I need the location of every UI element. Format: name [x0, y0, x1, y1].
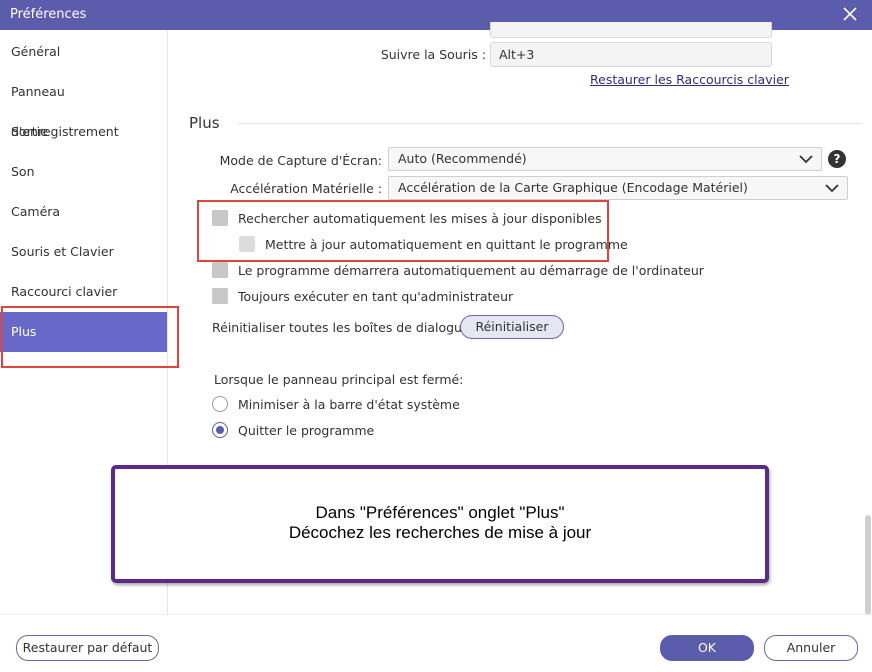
footer: Restaurer par défaut OK Annuler — [0, 614, 872, 672]
callout-line-2: Décochez les recherches de mise à jour — [288, 523, 592, 542]
highlight-box-update-options — [197, 200, 609, 262]
help-icon[interactable]: ? — [828, 150, 846, 168]
sidebar-item-sound[interactable]: Son — [0, 152, 167, 192]
window-title: Préférences — [10, 7, 87, 22]
cancel-button[interactable]: Annuler — [764, 635, 858, 661]
quit-program-radio[interactable] — [212, 422, 228, 438]
sidebar-item-output[interactable]: Sortie — [0, 112, 167, 152]
chevron-down-icon — [825, 184, 839, 193]
capture-mode-label: Mode de Capture d'Écran: — [219, 153, 382, 168]
minimize-to-tray-radio[interactable] — [212, 396, 228, 412]
highlight-box-sidebar — [1, 306, 179, 368]
sidebar-item-recording-panel[interactable]: Panneau d'enregistrement — [0, 72, 167, 139]
on-close-label: Lorsque le panneau principal est fermé: — [214, 372, 464, 387]
quit-program-label: Quitter le programme — [238, 423, 375, 438]
follow-mouse-label: Suivre la Souris : — [380, 47, 486, 62]
run-as-admin-label: Toujours exécuter en tant qu'administrat… — [238, 289, 514, 304]
reset-dialogs-label: Réinitialiser toutes les boîtes de dialo… — [212, 320, 474, 335]
run-as-admin-checkbox[interactable] — [212, 288, 228, 304]
capture-mode-dropdown[interactable]: Auto (Recommendé) — [388, 147, 822, 171]
capture-mode-value: Auto (Recommendé) — [398, 151, 527, 166]
callout-line-1: Dans "Préférences" onglet "Plus" — [315, 503, 565, 522]
autostart-label: Le programme démarrera automatiquement a… — [238, 263, 704, 278]
chevron-down-icon — [799, 155, 813, 164]
autostart-checkbox[interactable] — [212, 262, 228, 278]
reset-dialogs-button[interactable]: Réinitialiser — [460, 315, 564, 339]
instruction-callout: Dans "Préférences" onglet "Plus" Décoche… — [111, 465, 769, 583]
sidebar-item-camera[interactable]: Caméra — [0, 192, 167, 232]
sidebar-item-mouse-keyboard[interactable]: Souris et Clavier — [0, 232, 167, 272]
hw-accel-value: Accélération de la Carte Graphique (Enco… — [398, 180, 748, 195]
hw-accel-dropdown[interactable]: Accélération de la Carte Graphique (Enco… — [388, 176, 848, 200]
shortcut-field-partial[interactable] — [490, 22, 772, 38]
follow-mouse-shortcut-field[interactable]: Alt+3 — [490, 42, 772, 67]
restore-default-button[interactable]: Restaurer par défaut — [16, 635, 159, 661]
close-icon[interactable] — [842, 6, 858, 22]
scrollbar[interactable] — [865, 515, 871, 615]
restore-shortcuts-link[interactable]: Restaurer les Raccourcis clavier — [590, 72, 789, 87]
ok-button[interactable]: OK — [660, 635, 754, 661]
section-title-plus: Plus — [189, 114, 220, 132]
minimize-to-tray-label: Minimiser à la barre d'état système — [238, 397, 460, 412]
hw-accel-label: Accélération Matérielle : — [230, 181, 382, 196]
sidebar-item-general[interactable]: Général — [0, 32, 167, 72]
section-divider — [238, 123, 862, 124]
